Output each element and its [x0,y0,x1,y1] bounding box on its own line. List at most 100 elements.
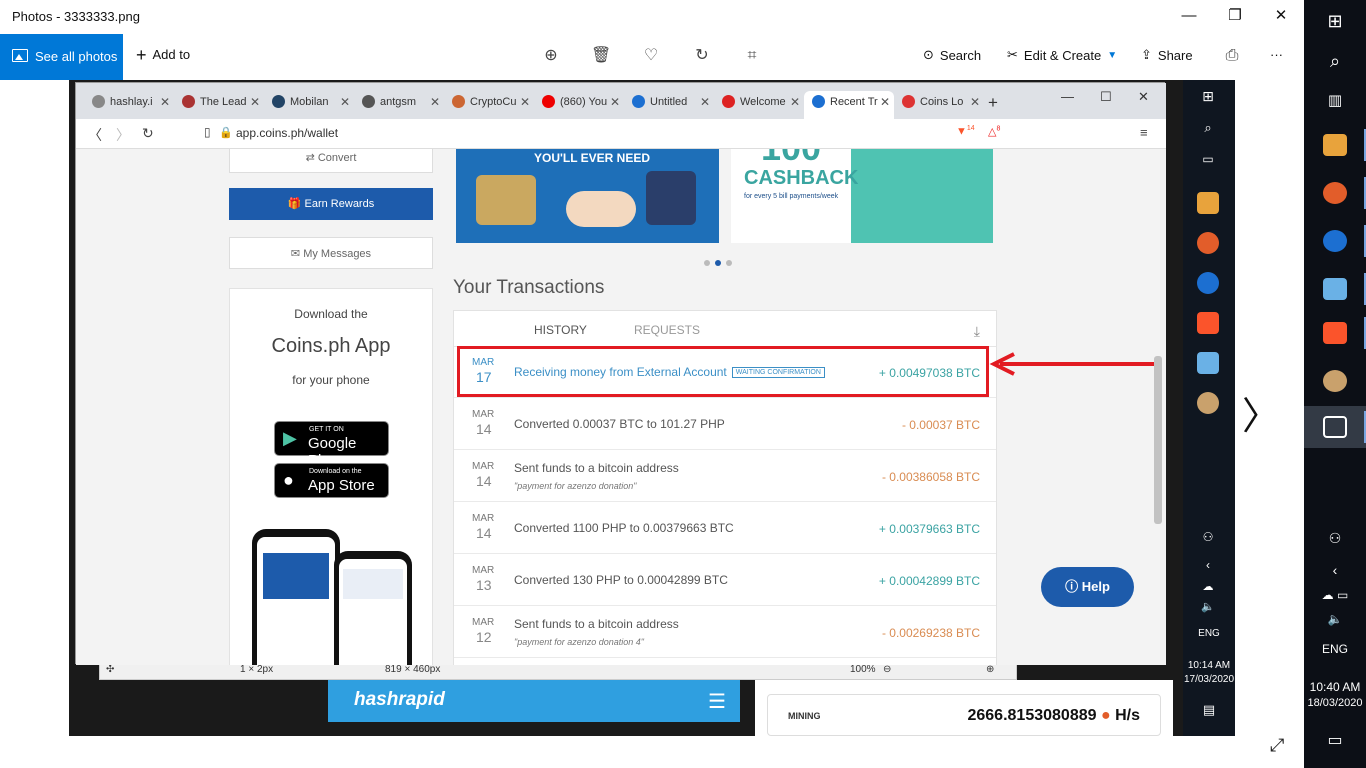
browser-tab[interactable]: hashlay.i ✕ [84,91,174,119]
photos-icon [12,49,28,62]
browser-tab[interactable]: Untitled ✕ [624,91,714,119]
move-icon: ✣ [106,664,115,675]
more-button[interactable]: ··· [1270,47,1283,62]
carousel-dot[interactable] [726,260,732,266]
task-view-icon[interactable]: ▥ [1304,80,1366,122]
tab-close-icon[interactable]: ✕ [970,91,980,113]
browser-tab[interactable]: antgsm ✕ [354,91,444,119]
tab-close-icon[interactable]: ✕ [790,91,800,113]
transaction-row[interactable]: MAR 12 Sent funds to a bitcoin address "pay… [454,607,996,658]
volume-icon[interactable]: 🔈 [1304,612,1366,626]
next-photo-icon[interactable]: 〉 [1242,385,1280,440]
browser-tab[interactable]: Welcome ✕ [714,91,804,119]
browser-tab[interactable]: CryptoCu ✕ [444,91,534,119]
search-button[interactable]: ⊙ Search [923,47,981,63]
zoom-in-icon[interactable]: ⊕ [986,664,994,675]
browser-tab[interactable]: Mobilan ✕ [264,91,354,119]
rewards-icon[interactable]: △8 [988,125,1000,138]
action-center-icon[interactable]: ▭ [1304,730,1366,750]
bookmark-icon[interactable]: ▯ [204,125,211,139]
carousel-dot-active[interactable] [715,260,721,266]
promo-banner-2[interactable]: 100 CASHBACK for every 5 bill payments/w… [731,149,993,243]
print-icon[interactable]: ⎙ [1222,46,1242,66]
close-button[interactable]: ✕ [1258,0,1304,34]
photos-app-icon[interactable] [1304,406,1366,448]
page-scrollbar[interactable] [1154,149,1162,665]
tab-history[interactable]: HISTORY [534,323,587,337]
google-play-button[interactable]: ▶ GET IT ON Google Play [274,421,389,469]
download-icon[interactable]: ⤓ [974,323,980,340]
edge-icon[interactable] [1304,220,1366,262]
app-store-button[interactable]: ● Download on the App Store [274,463,389,498]
clock-date[interactable]: 18/03/2020 [1304,697,1366,709]
question-icon: ⓘ [1065,579,1079,594]
browser-tab[interactable]: Recent Tr ✕ [804,91,894,119]
browser-tab[interactable]: Coins Lo ✕ [894,91,984,119]
explorer-icon[interactable] [1304,124,1366,166]
tab-requests[interactable]: REQUESTS [634,323,700,337]
people-icon[interactable]: ⚇ [1304,530,1366,547]
notepad-icon[interactable] [1304,268,1366,310]
tab-close-icon[interactable]: ✕ [880,91,890,113]
network-icon[interactable]: ☁ ▭ [1304,588,1366,602]
tab-close-icon[interactable]: ✕ [340,91,350,113]
zoom-out-icon[interactable]: ⊖ [883,664,891,675]
search-icon[interactable]: ⌕ [1304,40,1366,82]
brave-shield-icon[interactable]: ▼14 [956,125,975,138]
promo-banner-1[interactable]: YOU'LL EVER NEED [456,149,719,243]
delete-icon[interactable]: 🗑 [591,46,611,66]
back-icon[interactable]: 〈 [88,125,102,145]
zoom-icon[interactable]: ⊕ [541,46,561,66]
tab-close-icon[interactable]: ✕ [520,91,530,113]
rotate-icon[interactable]: ↻ [692,46,712,66]
tab-close-icon[interactable]: ✕ [430,91,440,113]
transaction-row[interactable]: MAR 13 Converted 130 PHP to 0.00042899 BTC… [454,555,996,606]
tab-close-icon[interactable]: ✕ [160,91,170,113]
menu-icon[interactable]: ≡ [1140,125,1148,140]
coins-icon [1197,232,1219,254]
show-hidden-icon[interactable]: ‹ [1304,562,1366,578]
paint-icon[interactable] [1304,360,1366,402]
tab-label: Coins Lo [920,96,964,108]
maximize-button[interactable]: ❐ [1212,0,1258,34]
favorite-icon[interactable]: ♡ [641,46,661,66]
convert-button[interactable]: ⇄ Convert [229,149,433,173]
coins-app-icon[interactable] [1304,172,1366,214]
brave-icon[interactable] [1304,312,1366,354]
forward-icon[interactable]: 〉 [116,125,130,145]
tab-close-icon[interactable]: ✕ [610,91,620,113]
help-button[interactable]: ⓘ Help [1041,567,1134,607]
task-view-icon: ▭ [1202,152,1214,166]
browser-maximize-icon[interactable]: ☐ [1100,89,1112,105]
start-icon[interactable]: ⊞ [1304,0,1366,42]
earn-rewards-button[interactable]: 🎁 Earn Rewards [229,188,433,220]
edit-create-button[interactable]: ✂ Edit & Create ▼ [1007,47,1117,63]
fullscreen-icon[interactable]: ⤢ [1270,735,1284,756]
see-all-photos-button[interactable]: See all photos [0,34,123,80]
reload-icon[interactable]: ↻ [142,125,154,142]
url-field[interactable]: app.coins.ph/wallet [236,126,338,140]
clock-time[interactable]: 10:40 AM [1304,680,1366,694]
tab-favicon-icon [362,95,375,108]
transaction-row[interactable]: MAR 14 Converted 0.00037 BTC to 101.27 PHP… [454,399,996,450]
browser-tab[interactable]: (860) You ✕ [534,91,624,119]
add-to-button[interactable]: + Add to [136,46,190,64]
minimize-button[interactable]: — [1166,0,1212,34]
browser-tab[interactable]: The Lead ✕ [174,91,264,119]
carousel-dots[interactable] [704,253,737,271]
my-messages-button[interactable]: ✉ My Messages [229,237,433,269]
photos-toolbar: See all photos + Add to ⊕ 🗑 ♡ ↻ ⌗ ⊙ Sear… [0,34,1304,80]
tab-close-icon[interactable]: ✕ [250,91,260,113]
share-button[interactable]: ⇪ Share [1141,47,1193,63]
crop-icon[interactable]: ⌗ [742,46,762,66]
new-tab-icon[interactable]: + [988,93,998,113]
browser-minimize-icon[interactable]: — [1061,89,1074,104]
carousel-dot[interactable] [704,260,710,266]
transaction-row[interactable]: MAR 14 Sent funds to a bitcoin address "pay… [454,451,996,502]
browser-close-icon[interactable]: ✕ [1138,89,1149,105]
language-indicator[interactable]: ENG [1304,642,1366,656]
hamburger-icon[interactable]: ☰ [708,689,726,714]
transaction-row[interactable]: MAR 14 Converted 1100 PHP to 0.00379663 BT… [454,503,996,554]
tab-close-icon[interactable]: ✕ [700,91,710,113]
transactions-title: Your Transactions [453,277,605,298]
